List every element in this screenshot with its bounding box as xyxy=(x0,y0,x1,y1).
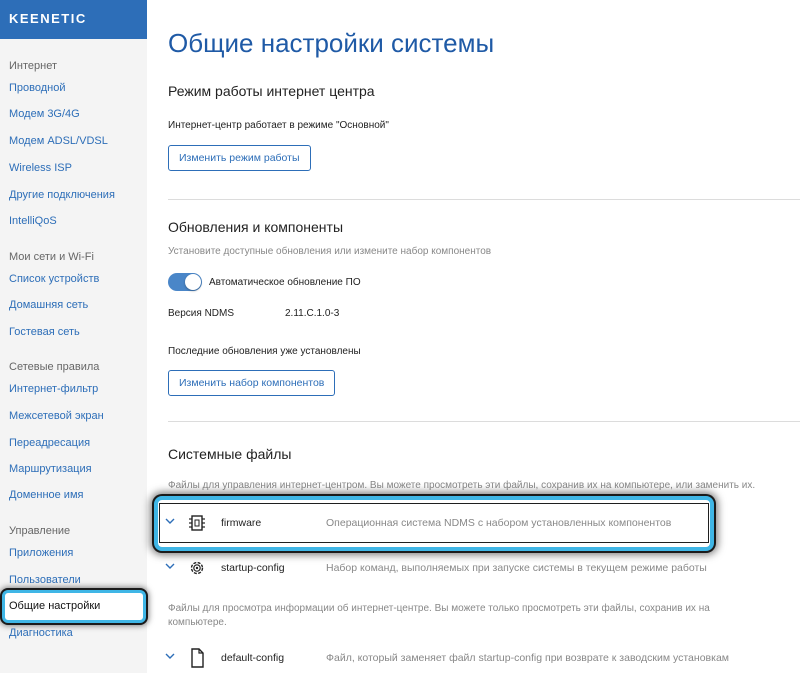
file-name-default-config[interactable]: default-config xyxy=(221,652,284,664)
files-hint-view-line2: компьютере. xyxy=(168,617,227,628)
main-content: Общие настройки системы Режим работы инт… xyxy=(147,0,800,673)
chevron-down-icon[interactable] xyxy=(165,651,175,661)
page-title: Общие настройки системы xyxy=(168,28,495,58)
updates-status-text: Последние обновления уже установлены xyxy=(168,346,361,357)
files-hint-manage: Файлы для управления интернет-центром. В… xyxy=(168,480,756,491)
sidebar-item-firewall[interactable]: Межсетевой экран xyxy=(9,410,104,422)
section-divider xyxy=(168,421,800,422)
nav-group-rules: Сетевые правила xyxy=(9,361,100,373)
section-divider xyxy=(168,199,800,200)
toggle-knob xyxy=(185,274,201,290)
files-hint-view-line1: Файлы для просмотра информации об интерн… xyxy=(168,603,710,614)
sidebar-item-internet-filter[interactable]: Интернет-фильтр xyxy=(9,383,98,395)
nav-group-networks: Мои сети и Wi-Fi xyxy=(9,251,94,263)
mode-status-text: Интернет-центр работает в режиме "Основн… xyxy=(168,120,389,131)
change-mode-button[interactable]: Изменить режим работы xyxy=(168,145,311,171)
chevron-down-icon[interactable] xyxy=(165,516,175,526)
file-name-startup-config[interactable]: startup-config xyxy=(221,562,285,574)
file-desc-startup-config: Набор команд, выполняемых при запуске си… xyxy=(326,562,707,574)
nav-group-management: Управление xyxy=(9,525,71,537)
change-components-button[interactable]: Изменить набор компонентов xyxy=(168,370,336,396)
sidebar-item-port-forwarding[interactable]: Переадресация xyxy=(9,437,90,449)
keenetic-logo[interactable]: KEENETIC xyxy=(9,11,87,26)
version-value: 2.11.C.1.0-3 xyxy=(285,308,340,319)
updates-section-title: Обновления и компоненты xyxy=(168,219,344,235)
file-row-startup-config[interactable]: startup-config Набор команд, выполняемых… xyxy=(161,557,797,581)
sidebar-item-home-network[interactable]: Домашняя сеть xyxy=(9,299,88,311)
nav-group-internet: Интернет xyxy=(9,60,57,72)
updates-hint: Установите доступные обновления или изме… xyxy=(168,246,492,257)
sidebar-item-applications[interactable]: Приложения xyxy=(9,547,73,559)
file-name-firmware[interactable]: firmware xyxy=(221,517,261,529)
sidebar-item-guest-network[interactable]: Гостевая сеть xyxy=(9,326,80,338)
sidebar-item-intelliqos[interactable]: IntelliQoS xyxy=(9,215,57,227)
file-row-default-config[interactable]: default-config Файл, который заменяет фа… xyxy=(161,647,797,671)
sidebar-item-wireless-isp[interactable]: Wireless ISP xyxy=(9,162,72,174)
chip-icon xyxy=(189,515,205,531)
sidebar-item-wired[interactable]: Проводной xyxy=(9,82,66,94)
sidebar-item-modem-adsl[interactable]: Модем ADSL/VDSL xyxy=(9,135,108,147)
auto-update-toggle[interactable] xyxy=(168,273,202,291)
sidebar-item-general-settings[interactable]: Общие настройки xyxy=(9,600,100,612)
mode-section-title: Режим работы интернет центра xyxy=(168,83,375,99)
sidebar-item-routing[interactable]: Маршрутизация xyxy=(9,463,92,475)
sidebar-item-users[interactable]: Пользователи xyxy=(9,574,81,586)
sidebar-item-other-connections[interactable]: Другие подключения xyxy=(9,189,115,201)
file-desc-firmware: Операционная система NDMS с набором уста… xyxy=(326,517,672,529)
sidebar-item-diagnostics[interactable]: Диагностика xyxy=(9,627,73,639)
auto-update-label: Автоматическое обновление ПО xyxy=(209,277,361,288)
sidebar-item-domain-name[interactable]: Доменное имя xyxy=(9,489,83,501)
file-row-firmware[interactable]: firmware Операционная система NDMS с наб… xyxy=(161,512,797,536)
sidebar-item-device-list[interactable]: Список устройств xyxy=(9,273,99,285)
chevron-down-icon[interactable] xyxy=(165,561,175,571)
file-icon xyxy=(191,648,204,668)
gear-icon xyxy=(190,561,204,575)
logo-bar: KEENETIC xyxy=(0,0,147,39)
file-desc-default-config: Файл, который заменяет файл startup-conf… xyxy=(326,652,729,664)
sidebar-item-modem-3g4g[interactable]: Модем 3G/4G xyxy=(9,108,80,120)
files-section-title: Системные файлы xyxy=(168,446,292,462)
version-label: Версия NDMS xyxy=(168,308,235,319)
sidebar: KEENETIC Интернет Проводной Модем 3G/4G … xyxy=(0,0,147,673)
